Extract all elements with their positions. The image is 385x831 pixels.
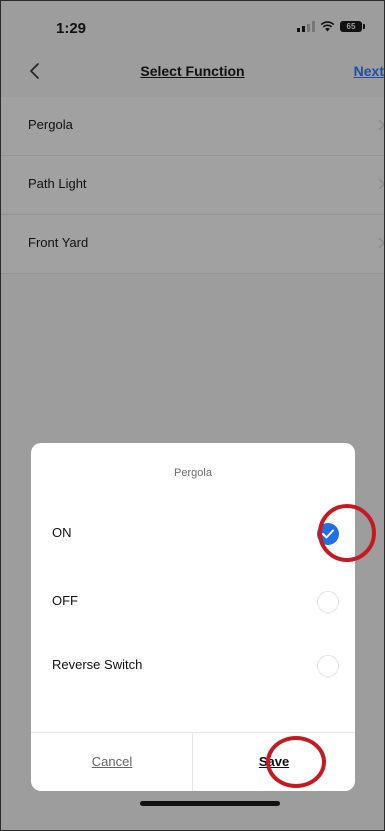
list-item-label: Front Yard [28, 235, 89, 250]
list-item-label: Path Light [28, 176, 87, 191]
list-item-pergola[interactable]: Pergola [1, 97, 384, 156]
option-label: ON [52, 525, 72, 540]
wifi-icon [320, 21, 335, 32]
status-time: 1:29 [56, 20, 87, 37]
radio-unchecked-icon[interactable] [317, 655, 339, 677]
page-title: Select Function [140, 63, 245, 79]
cancel-button[interactable]: Cancel [31, 733, 193, 791]
list-item-path-light[interactable]: Path Light [1, 156, 384, 215]
chevron-right-icon [378, 119, 384, 131]
list-item-label: Pergola [28, 117, 73, 132]
option-label: Reverse Switch [52, 657, 143, 672]
chevron-right-icon [378, 178, 384, 190]
highlight-ring-on [318, 504, 376, 562]
option-reverse-switch[interactable]: Reverse Switch [31, 635, 355, 697]
cellular-signal-icon [297, 21, 315, 32]
nav-bar: Select Function Next [1, 51, 384, 95]
next-button[interactable]: Next [354, 63, 384, 79]
list-item-front-yard[interactable]: Front Yard [1, 215, 384, 274]
highlight-ring-save [266, 736, 326, 788]
function-list: Pergola Path Light Front Yard [1, 97, 384, 274]
battery-icon: 65 [340, 21, 365, 32]
sheet-title: Pergola [174, 467, 212, 479]
option-off[interactable]: OFF [31, 571, 355, 633]
status-bar: 1:29 65 [1, 1, 384, 51]
option-on[interactable]: ON [31, 503, 355, 565]
chevron-right-icon [378, 237, 384, 249]
phone-screen: 1:29 65 Select Function Next Pergola Pat… [0, 0, 385, 831]
home-indicator [140, 801, 280, 806]
radio-unchecked-icon[interactable] [317, 591, 339, 613]
status-icons: 65 [297, 21, 365, 32]
option-label: OFF [52, 593, 78, 608]
